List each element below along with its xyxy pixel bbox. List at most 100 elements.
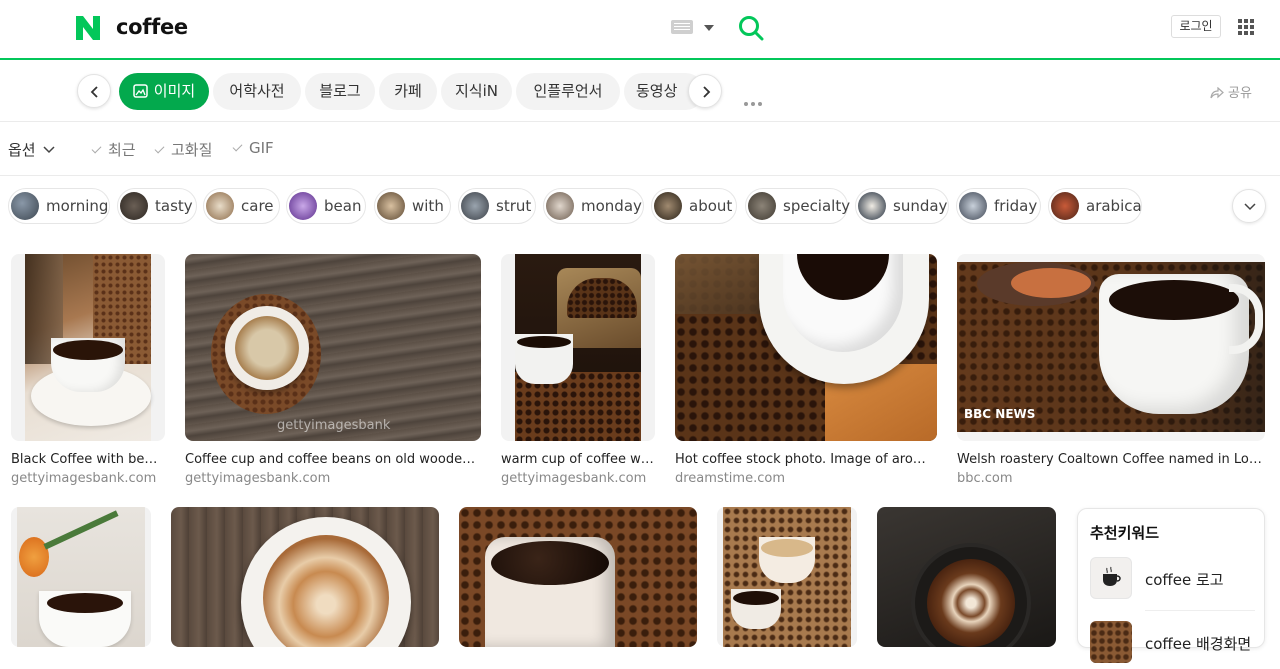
chips-expand-button[interactable] [1232,189,1266,223]
chip-label: monday [581,197,642,215]
chip-label: morning [46,197,109,215]
coffee-cup-icon [1103,566,1121,586]
share-icon [1210,86,1224,99]
search-icon[interactable] [737,14,765,42]
chip-specialty[interactable]: specialty [745,188,851,224]
recommended-thumbnail [1090,557,1132,599]
tab-image[interactable]: 이미지 [119,73,209,110]
result-image[interactable] [717,507,857,647]
result-image[interactable] [877,507,1056,647]
chip-morning[interactable]: morning [8,188,110,224]
filter-label: GIF [249,139,274,157]
chip-strut[interactable]: strut [458,188,536,224]
image-icon [133,84,148,98]
chip-about[interactable]: about [651,188,737,224]
tabs-next-button[interactable] [688,74,722,108]
chip-thumbnail [654,192,682,220]
chevron-down-icon [43,146,55,154]
tab-dictionary[interactable]: 어학사전 [213,73,301,110]
result-image[interactable] [11,507,151,647]
tab-cafe[interactable]: 카페 [379,73,437,110]
filter-gif[interactable]: GIF [232,139,274,157]
chip-thumbnail [206,192,234,220]
result-source[interactable]: dreamstime.com [675,471,785,486]
search-tabs: 이미지 어학사전 블로그 카페 지식iN 인플루언서 동영상 공유 [0,62,1280,122]
chip-thumbnail [461,192,489,220]
chevron-down-icon[interactable] [704,25,714,31]
filter-recent[interactable]: 최근 [91,139,136,160]
more-tabs-icon[interactable] [744,91,765,110]
recommended-item[interactable]: coffee 배경화면 [1090,621,1255,669]
chip-label: tasty [155,197,193,215]
result-image[interactable] [171,507,439,647]
chip-thumbnail [959,192,987,220]
recommended-label: coffee 배경화면 [1145,635,1252,653]
login-button[interactable]: 로그인 [1171,15,1221,38]
result-title[interactable]: warm cup of coffee with... [501,452,655,467]
result-image[interactable] [675,254,937,441]
chip-thumbnail [546,192,574,220]
result-source[interactable]: gettyimagesbank.com [501,471,646,486]
keyboard-icon[interactable] [671,20,693,34]
chip-tasty[interactable]: tasty [117,188,197,224]
recommended-item[interactable]: coffee 로고 [1090,557,1255,605]
filter-hq[interactable]: 고화질 [154,139,213,160]
options-label: 옵션 [8,141,36,159]
check-icon [91,143,102,154]
chip-label: sunday [893,197,948,215]
share-button[interactable]: 공유 [1210,82,1252,101]
chip-label: with [412,197,444,215]
chevron-down-icon [1244,203,1256,211]
result-image[interactable]: BBC NEWS [957,254,1265,441]
related-keyword-chips: morning tasty care bean with strut monda… [0,177,1280,237]
result-title[interactable]: Black Coffee with beans ... [11,452,165,467]
chip-arabica[interactable]: arabica [1048,188,1142,224]
share-label: 공유 [1228,86,1252,101]
result-image[interactable] [501,254,655,441]
result-image[interactable]: gettyimagesbank [185,254,481,441]
result-title[interactable]: Welsh roastery Coaltown Coffee named in … [957,452,1265,467]
naver-logo-icon[interactable] [74,14,102,42]
chip-label: strut [496,197,532,215]
chip-thumbnail [11,192,39,220]
search-query[interactable]: coffee [116,15,188,39]
tab-influencer[interactable]: 인플루언서 [516,73,620,110]
header: coffee 로그인 [0,0,1280,60]
recommended-title: 추천키워드 [1090,524,1160,542]
tabs-prev-button[interactable] [77,74,111,108]
filter-label: 최근 [108,141,136,159]
result-source[interactable]: gettyimagesbank.com [185,471,330,486]
options-toggle[interactable]: 옵션 [8,139,55,160]
chip-thumbnail [1051,192,1079,220]
check-icon [154,143,165,154]
image-watermark: gettyimagesbank [277,418,391,433]
tab-label: 이미지 [153,82,196,100]
chip-bean[interactable]: bean [286,188,366,224]
chip-label: arabica [1086,197,1142,215]
chip-monday[interactable]: monday [543,188,644,224]
chip-label: care [241,197,274,215]
chip-label: about [689,197,733,215]
chip-care[interactable]: care [203,188,280,224]
chip-sunday[interactable]: sunday [855,188,949,224]
image-watermark: BBC NEWS [964,407,1036,421]
result-source[interactable]: bbc.com [957,471,1013,486]
result-image[interactable] [459,507,697,647]
chip-thumbnail [377,192,405,220]
filter-label: 고화질 [171,141,213,159]
result-title[interactable]: Coffee cup and coffee beans on old woode… [185,452,481,467]
chip-label: bean [324,197,362,215]
chip-label: specialty [783,197,851,215]
divider [1145,610,1255,611]
chip-with[interactable]: with [374,188,451,224]
result-title[interactable]: Hot coffee stock photo. Image of aroma, … [675,452,937,467]
tab-kin[interactable]: 지식iN [441,73,512,110]
chevron-left-icon [90,86,98,98]
tab-blog[interactable]: 블로그 [305,73,375,110]
chip-friday[interactable]: friday [956,188,1041,224]
apps-grid-icon[interactable] [1238,19,1254,35]
result-source[interactable]: gettyimagesbank.com [11,471,156,486]
recommended-keywords-panel: 추천키워드 coffee 로고 coffee 배경화면 [1077,508,1265,663]
result-image[interactable] [11,254,165,441]
recommended-label: coffee 로고 [1145,571,1224,589]
